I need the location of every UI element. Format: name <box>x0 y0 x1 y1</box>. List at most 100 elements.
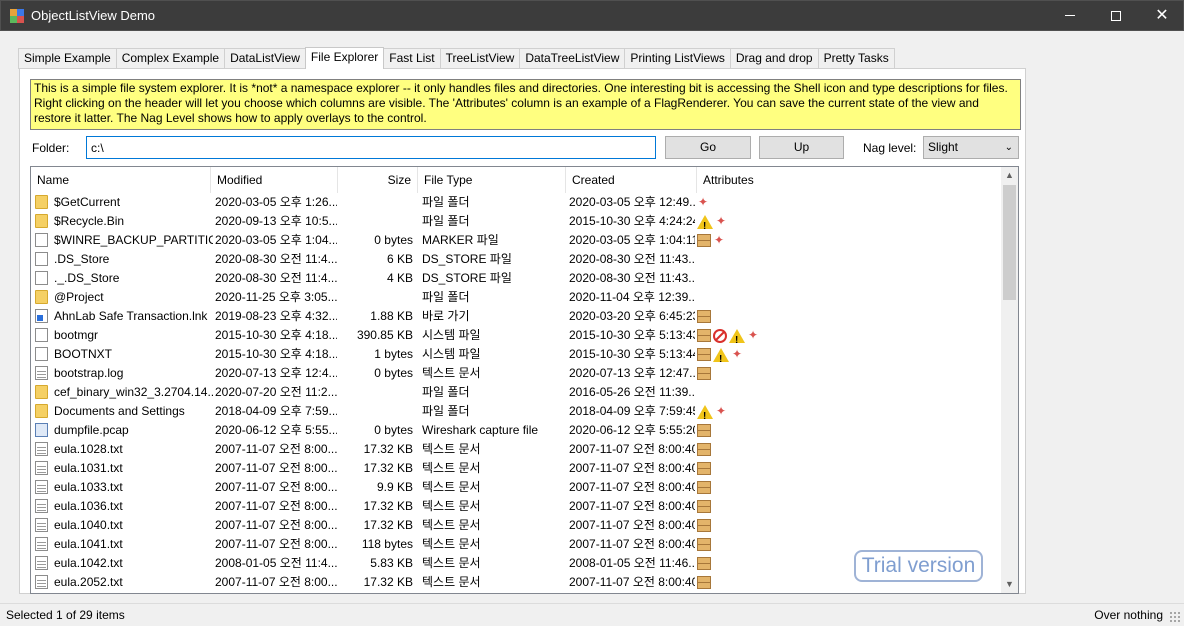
file-list-view[interactable]: Name Modified Size File Type Created Att… <box>30 166 1019 594</box>
window-title: ObjectListView Demo <box>31 8 156 23</box>
cell-attributes: ✦ <box>697 402 817 421</box>
column-header-attributes[interactable]: Attributes <box>697 167 1001 193</box>
app-icon <box>10 9 24 23</box>
nag-level-value: Slight <box>928 140 959 154</box>
folder-input[interactable] <box>86 136 656 159</box>
cell-size: 17.32 KB <box>363 461 413 475</box>
table-row[interactable]: @Project 2020-11-25 오후 3:05... 파일 폴더 2020-1… <box>31 288 1001 307</box>
resize-grip-icon[interactable] <box>1169 611 1181 623</box>
cell-attributes <box>697 478 817 497</box>
list-header: Name Modified Size File Type Created Att… <box>31 167 1001 193</box>
cell-created: 2008-01-05 오전 11:46... <box>569 556 695 570</box>
column-header-modified[interactable]: Modified <box>211 167 338 193</box>
scroll-up-icon[interactable]: ▲ <box>1001 167 1018 184</box>
cell-name: bootstrap.log <box>35 364 213 383</box>
archive-icon <box>697 424 711 438</box>
cell-created: 2007-11-07 오전 8:00:40 <box>569 537 695 551</box>
file-icon <box>35 327 48 342</box>
pcap-file-icon <box>35 422 48 437</box>
file-name: $GetCurrent <box>54 195 121 209</box>
tab-datatreelistview[interactable]: DataTreeListView <box>519 48 626 69</box>
table-row[interactable]: eula.1033.txt 2007-11-07 오전 8:00... 9.9 KB… <box>31 478 1001 497</box>
cell-file-type: 텍스트 문서 <box>422 518 481 532</box>
text-file-icon <box>35 498 48 513</box>
cell-created: 2020-03-20 오후 6:45:23 <box>569 309 695 323</box>
cell-attributes <box>697 440 817 459</box>
column-header-created[interactable]: Created <box>566 167 697 193</box>
close-button[interactable]: ✕ <box>1139 1 1184 31</box>
table-row[interactable]: eula.1031.txt 2007-11-07 오전 8:00... 17.32 … <box>31 459 1001 478</box>
tab-drag-and-drop[interactable]: Drag and drop <box>729 48 819 69</box>
cell-modified: 2007-11-07 오전 8:00... <box>215 537 337 551</box>
maximize-button[interactable] <box>1093 1 1139 31</box>
table-row[interactable]: $Recycle.Bin 2020-09-13 오후 10:5... 파일 폴더 20… <box>31 212 1001 231</box>
table-row[interactable]: dumpfile.pcap 2020-06-12 오후 5:55... 0 byte… <box>31 421 1001 440</box>
cell-size: 0 bytes <box>374 366 413 380</box>
system-flag-icon: ✦ <box>715 404 727 419</box>
system-flag-icon: ✦ <box>713 233 725 248</box>
table-row[interactable]: Documents and Settings 2018-04-09 오후 7:59… <box>31 402 1001 421</box>
table-row[interactable]: cef_binary_win32_3.2704.14... 2020-07-20 … <box>31 383 1001 402</box>
cell-name: eula.2052.txt <box>35 573 213 592</box>
column-header-name[interactable]: Name <box>31 167 211 193</box>
cell-attributes <box>697 250 817 269</box>
cell-created: 2020-03-05 오후 12:49... <box>569 195 695 209</box>
warning-icon <box>697 214 713 231</box>
file-name: AhnLab Safe Transaction.lnk <box>54 309 208 323</box>
cell-file-type: 바로 가기 <box>422 309 470 323</box>
tab-fast-list[interactable]: Fast List <box>383 48 441 69</box>
cell-file-type: DS_STORE 파일 <box>422 271 512 285</box>
table-row[interactable]: eula.1040.txt 2007-11-07 오전 8:00... 17.32 … <box>31 516 1001 535</box>
text-file-icon <box>35 365 48 380</box>
table-row[interactable]: bootstrap.log 2020-07-13 오후 12:4... 0 byte… <box>31 364 1001 383</box>
tab-simple-example[interactable]: Simple Example <box>18 48 117 69</box>
cell-size: 17.32 KB <box>363 499 413 513</box>
minimize-button[interactable] <box>1047 1 1093 31</box>
go-button[interactable]: Go <box>665 136 751 159</box>
column-header-file-type[interactable]: File Type <box>418 167 566 193</box>
scroll-down-icon[interactable]: ▼ <box>1001 576 1018 593</box>
up-button[interactable]: Up <box>759 136 844 159</box>
text-file-icon <box>35 441 48 456</box>
table-row[interactable]: ._.DS_Store 2020-08-30 오전 11:4... 4 KB DS_S… <box>31 269 1001 288</box>
tab-datalistview[interactable]: DataListView <box>224 48 306 69</box>
table-row[interactable]: $GetCurrent 2020-03-05 오후 1:26... 파일 폴더 202… <box>31 193 1001 212</box>
status-bar: Selected 1 of 29 items Over nothing <box>0 603 1184 626</box>
table-row[interactable]: eula.1036.txt 2007-11-07 오전 8:00... 17.32 … <box>31 497 1001 516</box>
file-name: ._.DS_Store <box>54 271 120 285</box>
archive-icon <box>697 367 711 381</box>
archive-icon <box>697 462 711 476</box>
table-row[interactable]: $WINRE_BACKUP_PARTITIO... 2020-03-05 오후 1… <box>31 231 1001 250</box>
file-name: eula.1033.txt <box>54 480 123 494</box>
vertical-scrollbar[interactable]: ▲ ▼ <box>1001 167 1018 593</box>
cell-size: 118 bytes <box>361 537 413 551</box>
tab-printing-listviews[interactable]: Printing ListViews <box>624 48 731 69</box>
cell-modified: 2020-07-13 오후 12:4... <box>215 366 337 380</box>
cell-file-type: 텍스트 문서 <box>422 461 481 475</box>
tab-file-explorer[interactable]: File Explorer <box>304 47 385 69</box>
column-header-size[interactable]: Size <box>338 167 418 193</box>
cell-attributes <box>697 364 817 383</box>
nag-level-dropdown[interactable]: Slight ⌄ <box>923 136 1019 159</box>
cell-name: eula.1033.txt <box>35 478 213 497</box>
cell-file-type: 텍스트 문서 <box>422 366 481 380</box>
table-row[interactable]: BOOTNXT 2015-10-30 오후 4:18... 1 bytes 시스템 파… <box>31 345 1001 364</box>
close-icon: ✕ <box>1155 7 1169 24</box>
shortcut-file-icon <box>35 308 48 323</box>
table-row[interactable]: eula.1028.txt 2007-11-07 오전 8:00... 17.32 … <box>31 440 1001 459</box>
cell-file-type: MARKER 파일 <box>422 233 499 247</box>
table-row[interactable]: eula.1041.txt 2007-11-07 오전 8:00... 118 by… <box>31 535 1001 554</box>
text-file-icon <box>35 479 48 494</box>
cell-modified: 2007-11-07 오전 8:00... <box>215 480 337 494</box>
no-entry-icon <box>713 328 727 343</box>
table-row[interactable]: bootmgr 2015-10-30 오후 4:18... 390.85 KB 시스템… <box>31 326 1001 345</box>
tab-pretty-tasks[interactable]: Pretty Tasks <box>817 48 895 69</box>
cell-created: 2007-11-07 오전 8:00:40 <box>569 442 695 456</box>
table-row[interactable]: .DS_Store 2020-08-30 오전 11:4... 6 KB DS_STO… <box>31 250 1001 269</box>
tab-treelistview[interactable]: TreeListView <box>439 48 521 69</box>
system-flag-icon: ✦ <box>715 214 727 229</box>
tab-complex-example[interactable]: Complex Example <box>115 48 226 69</box>
table-row[interactable]: AhnLab Safe Transaction.lnk 2019-08-23 오후… <box>31 307 1001 326</box>
scrollbar-thumb[interactable] <box>1003 185 1016 300</box>
text-file-icon <box>35 555 48 570</box>
